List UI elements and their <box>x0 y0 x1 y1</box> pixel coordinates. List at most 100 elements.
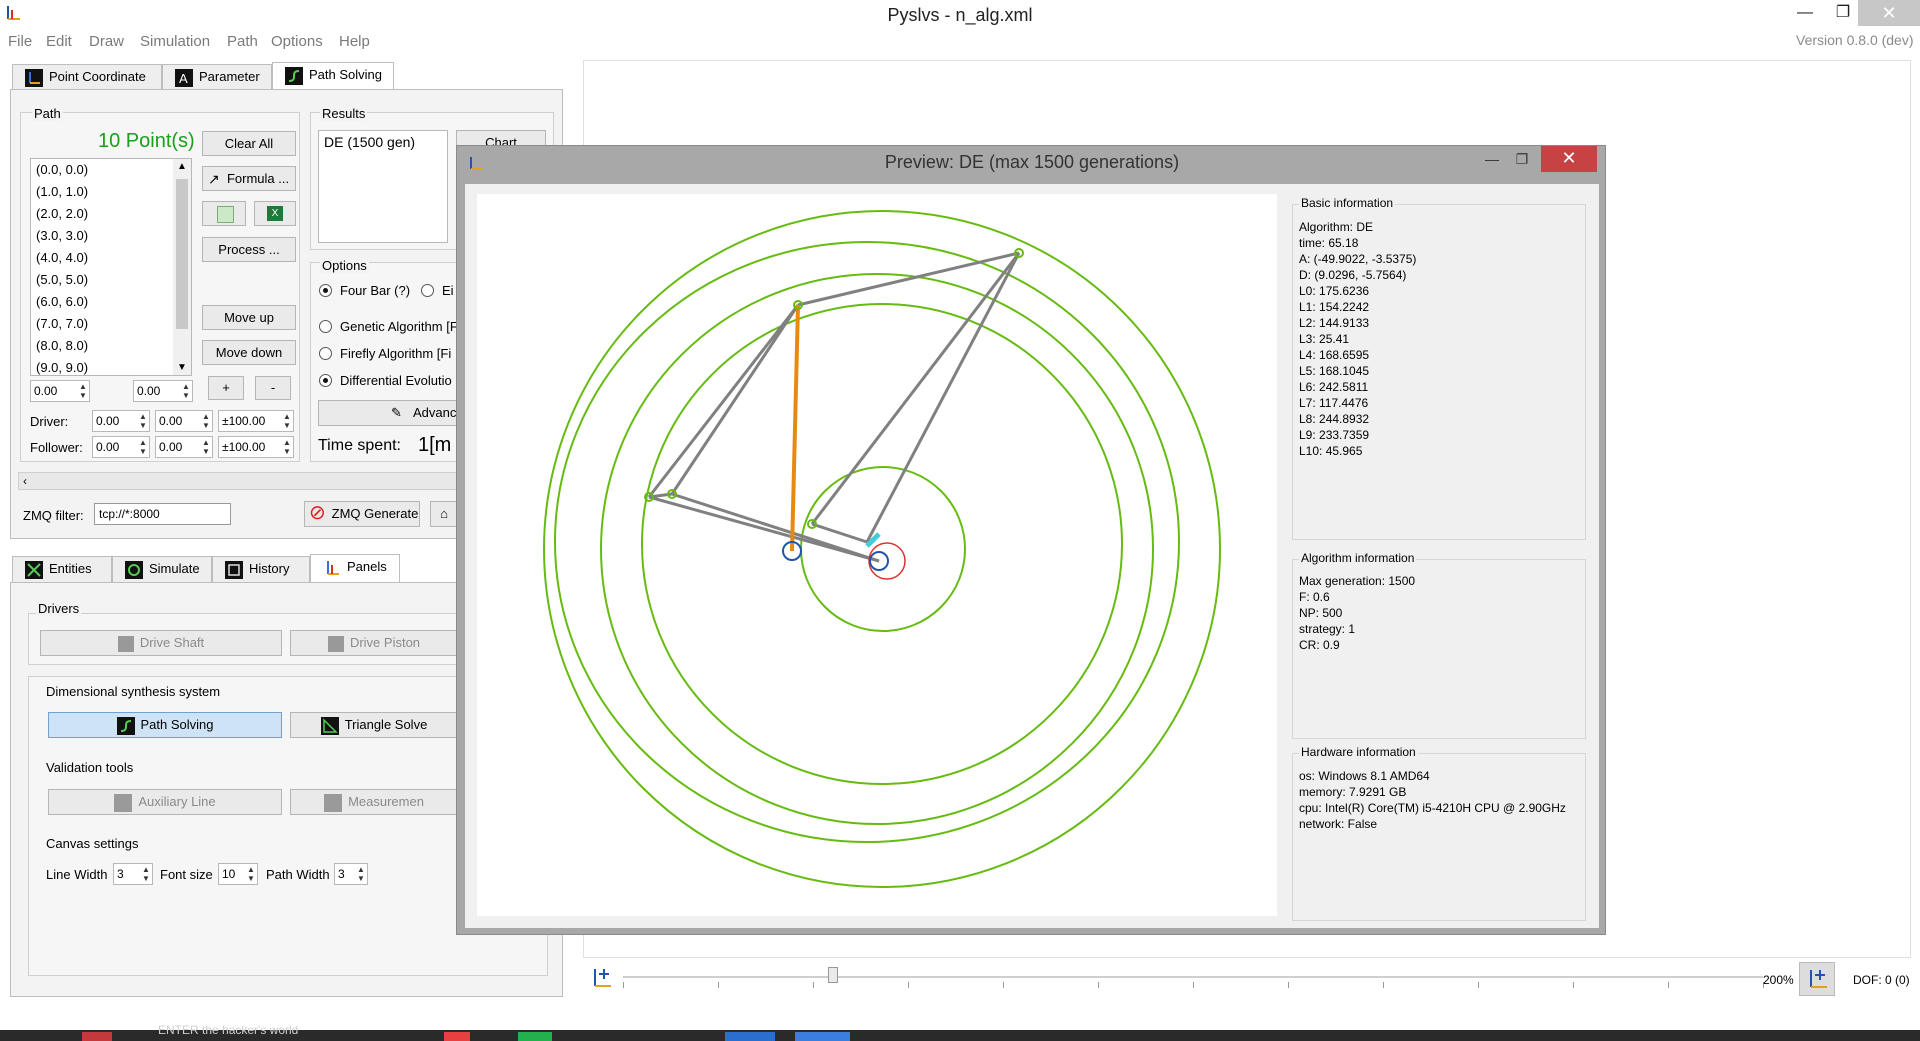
tab-entities[interactable]: Entities <box>12 556 112 582</box>
import-csv-button[interactable] <box>202 201 246 226</box>
genetic-radio[interactable] <box>319 320 332 333</box>
list-item[interactable]: (8.0, 8.0) <box>31 335 191 357</box>
spin-arrows-icon[interactable]: ▲ ▼ <box>181 382 191 400</box>
info-line: L2: 144.9133 <box>1299 316 1370 330</box>
taskbar-app-icon[interactable] <box>82 1032 112 1041</box>
follower-range-input[interactable]: ±100.00 ▲ ▼ <box>218 436 294 458</box>
dialog-maximize-icon[interactable]: ❐ <box>1509 146 1535 172</box>
menu-file[interactable]: File <box>8 33 32 50</box>
list-item[interactable]: (6.0, 6.0) <box>31 291 191 313</box>
font-size-input[interactable]: 10 ▲ ▼ <box>218 863 258 885</box>
scroll-left-icon[interactable]: ‹ <box>23 474 27 488</box>
drive-shaft-button[interactable]: Drive Shaft <box>40 630 282 656</box>
zmq-filter-input[interactable]: tcp://*:8000 <box>94 503 231 525</box>
list-item[interactable]: (5.0, 5.0) <box>31 269 191 291</box>
tab-simulate[interactable]: Simulate <box>112 556 212 582</box>
follower-x-input[interactable]: 0.00 ▲ ▼ <box>92 436 150 458</box>
list-item[interactable]: (1.0, 1.0) <box>31 181 191 203</box>
differential-radio[interactable] <box>319 374 332 387</box>
path-list[interactable]: (0.0, 0.0) (1.0, 1.0) (2.0, 2.0) (3.0, 3… <box>30 158 192 376</box>
spin-arrows-icon[interactable]: ▲ ▼ <box>78 382 88 400</box>
tab-history[interactable]: History <box>212 556 310 582</box>
zoom-fit-icon[interactable] <box>589 966 613 990</box>
dialog-close-icon[interactable]: ✕ <box>1541 146 1597 172</box>
tab-panels[interactable]: Panels <box>310 554 400 582</box>
process-button[interactable]: Process ... <box>202 237 296 262</box>
four-bar-radio[interactable] <box>319 284 332 297</box>
add-point-button[interactable]: + <box>208 376 244 400</box>
advance-button[interactable]: ✎ Advanc <box>318 400 458 426</box>
info-line: Algorithm: DE <box>1299 220 1374 234</box>
clear-all-button[interactable]: Clear All <box>202 131 296 156</box>
home-button[interactable]: ⌂ <box>430 501 458 527</box>
taskbar-app-icon[interactable] <box>444 1032 470 1041</box>
list-item[interactable]: (3.0, 3.0) <box>31 225 191 247</box>
import-excel-button[interactable]: X <box>254 201 296 226</box>
taskbar-app-icon[interactable] <box>518 1032 552 1041</box>
eight-bar-radio[interactable] <box>421 284 434 297</box>
tab-path-solving[interactable]: Path Solving <box>272 62 394 90</box>
path-solving-button[interactable]: Path Solving <box>48 712 282 738</box>
point-count: 10 Point(s) <box>98 130 195 152</box>
taskbar-app-icon[interactable] <box>725 1032 775 1041</box>
tab-point-coordinate[interactable]: Point Coordinate <box>12 64 162 90</box>
menu-options[interactable]: Options <box>271 33 323 50</box>
scroll-thumb[interactable] <box>176 179 188 329</box>
auxiliary-line-button[interactable]: Auxiliary Line <box>48 789 282 815</box>
list-scrollbar[interactable]: ▲ ▼ <box>173 159 191 375</box>
driver-y-input[interactable]: 0.00 ▲ ▼ <box>155 410 213 432</box>
taskbar-app-icon[interactable] <box>795 1032 850 1041</box>
close-icon[interactable]: ✕ <box>1858 0 1920 26</box>
line-width-input[interactable]: 3 ▲ ▼ <box>113 863 153 885</box>
path-circle <box>600 273 1154 825</box>
zoom-reset-button[interactable] <box>1799 962 1835 996</box>
spin-arrows-icon[interactable]: ▲ ▼ <box>138 438 148 456</box>
firefly-radio[interactable] <box>319 347 332 360</box>
spin-arrows-icon[interactable]: ▲ ▼ <box>201 412 211 430</box>
list-item[interactable]: (4.0, 4.0) <box>31 247 191 269</box>
move-up-button[interactable]: Move up <box>202 305 296 330</box>
preview-canvas[interactable] <box>477 194 1277 916</box>
menu-simulation[interactable]: Simulation <box>140 33 210 50</box>
y-coordinate-input[interactable]: 0.00 ▲ ▼ <box>133 380 193 402</box>
zoom-slider-track[interactable] <box>623 976 1763 978</box>
zoom-slider-handle[interactable] <box>828 967 839 983</box>
dialog-minimize-icon[interactable]: — <box>1479 146 1505 172</box>
results-list[interactable]: DE (1500 gen) <box>318 130 448 243</box>
menu-edit[interactable]: Edit <box>46 33 72 50</box>
spin-arrows-icon[interactable]: ▲ ▼ <box>282 412 292 430</box>
chart-button[interactable]: Chart <box>456 130 546 146</box>
zmq-generate-button[interactable]: ⊘ ZMQ Generate <box>304 501 420 527</box>
triangle-solver-button[interactable]: Triangle Solve <box>290 712 458 738</box>
spin-arrows-icon[interactable]: ▲ ▼ <box>246 865 256 883</box>
list-item[interactable]: (2.0, 2.0) <box>31 203 191 225</box>
spin-arrows-icon[interactable]: ▲ ▼ <box>141 865 151 883</box>
x-coordinate-input[interactable]: 0.00 ▲ ▼ <box>30 380 90 402</box>
list-item[interactable]: DE (1500 gen) <box>319 131 447 153</box>
drive-piston-button[interactable]: Drive Piston <box>290 630 458 656</box>
formula-button[interactable]: ↗ Formula ... <box>202 166 296 191</box>
tab-parameter[interactable]: A Parameter <box>162 64 272 90</box>
spin-arrows-icon[interactable]: ▲ ▼ <box>201 438 211 456</box>
list-item[interactable]: (7.0, 7.0) <box>31 313 191 335</box>
scroll-down-icon[interactable]: ▼ <box>177 362 187 373</box>
scroll-up-icon[interactable]: ▲ <box>177 161 187 172</box>
driver-x-input[interactable]: 0.00 ▲ ▼ <box>92 410 150 432</box>
measurement-button[interactable]: Measuremen <box>290 789 458 815</box>
path-width-input[interactable]: 3 ▲ ▼ <box>334 863 368 885</box>
remove-point-button[interactable]: - <box>255 376 291 400</box>
spin-arrows-icon[interactable]: ▲ ▼ <box>356 865 366 883</box>
spin-arrows-icon[interactable]: ▲ ▼ <box>282 438 292 456</box>
info-line: L9: 233.7359 <box>1299 428 1370 442</box>
menu-help[interactable]: Help <box>339 33 370 50</box>
list-item[interactable]: (0.0, 0.0) <box>31 159 191 181</box>
list-item[interactable]: (9.0, 9.0) <box>31 357 191 379</box>
follower-y-input[interactable]: 0.00 ▲ ▼ <box>155 436 213 458</box>
move-down-button[interactable]: Move down <box>202 340 296 365</box>
spin-arrows-icon[interactable]: ▲ ▼ <box>138 412 148 430</box>
menu-path[interactable]: Path <box>227 33 258 50</box>
driver-range-input[interactable]: ±100.00 ▲ ▼ <box>218 410 294 432</box>
menu-draw[interactable]: Draw <box>89 33 124 50</box>
info-line: Max generation: 1500 <box>1299 574 1416 588</box>
options-h-scrollbar[interactable]: ‹ <box>18 472 458 490</box>
